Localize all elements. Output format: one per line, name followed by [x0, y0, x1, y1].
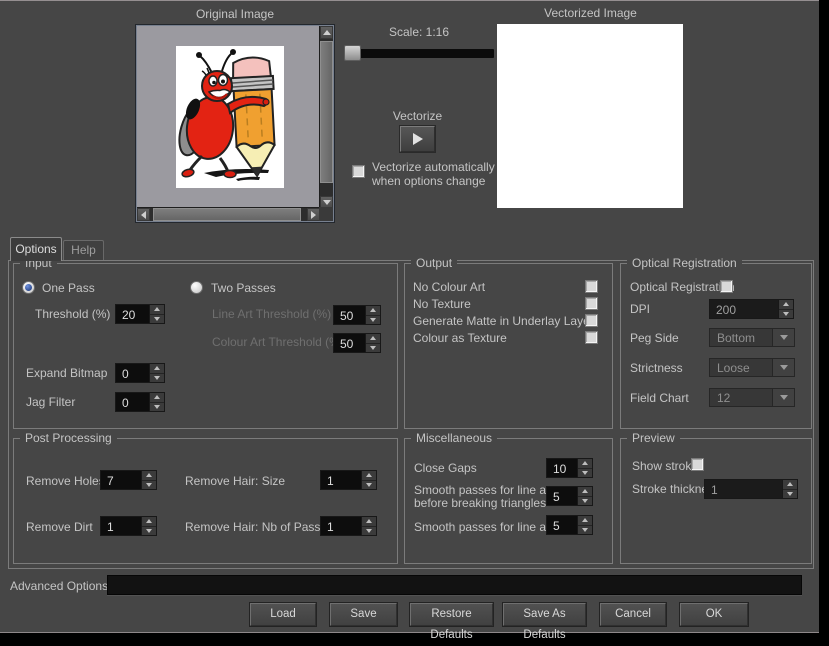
post-processing-group: Post Processing	[13, 438, 398, 564]
original-image-viewport	[135, 24, 335, 223]
auto-vectorize-checkbox[interactable]	[352, 165, 365, 178]
advanced-options-label: Advanced Options	[10, 579, 108, 593]
tab-options[interactable]: Options	[10, 237, 62, 261]
play-icon	[413, 133, 423, 145]
vectorize-play-button[interactable]	[400, 126, 435, 152]
save-as-defaults-button[interactable]: Save As Defaults	[503, 603, 586, 626]
vertical-scroll-thumb[interactable]	[320, 41, 333, 183]
vectorize-label: Vectorize	[380, 109, 455, 123]
scale-slider-track[interactable]	[344, 49, 494, 58]
ok-button[interactable]: OK	[680, 603, 748, 626]
advanced-options-input[interactable]	[107, 575, 802, 595]
scale-label: Scale: 1:16	[345, 25, 493, 39]
load-button[interactable]: Load	[250, 603, 316, 626]
tab-help[interactable]: Help	[63, 240, 104, 260]
optical-registration-group-title: Optical Registration	[627, 256, 742, 271]
original-vertical-scrollbar[interactable]	[319, 26, 333, 209]
vectorized-image-viewport	[497, 24, 683, 208]
vectorize-dialog: Original Image Vectorized Image	[0, 0, 819, 633]
scale-slider-handle[interactable]	[344, 45, 361, 61]
input-group: Input	[13, 263, 398, 429]
optical-registration-group: Optical Registration	[620, 263, 812, 429]
auto-vectorize-label-line1: Vectorize automatically	[372, 160, 495, 174]
save-button[interactable]: Save	[330, 603, 397, 626]
post-processing-group-title: Post Processing	[20, 431, 117, 446]
output-group: Output	[404, 263, 613, 429]
miscellaneous-group: Miscellaneous	[404, 438, 613, 564]
arrow-right-icon	[311, 211, 316, 219]
arrow-down-icon	[323, 200, 331, 205]
scale-slider[interactable]	[344, 45, 494, 61]
preview-group-title: Preview	[627, 431, 680, 446]
original-horizontal-scrollbar[interactable]	[137, 207, 320, 221]
arrow-left-icon	[141, 211, 146, 219]
horizontal-scroll-thumb[interactable]	[153, 208, 301, 221]
scroll-left-button[interactable]	[137, 208, 150, 221]
vectorized-image-label: Vectorized Image	[497, 6, 684, 20]
cancel-button[interactable]: Cancel	[600, 603, 666, 626]
arrow-up-icon	[323, 30, 331, 35]
original-image-picture	[176, 46, 284, 188]
auto-vectorize-label-line2: when options change	[372, 174, 485, 188]
ladybug-pencil-illustration	[176, 46, 284, 188]
original-image-label: Original Image	[135, 7, 335, 21]
miscellaneous-group-title: Miscellaneous	[411, 431, 497, 446]
scroll-up-button[interactable]	[320, 26, 333, 39]
output-group-title: Output	[411, 256, 457, 271]
preview-group: Preview	[620, 438, 812, 564]
scrollbar-corner	[319, 207, 333, 221]
restore-defaults-button[interactable]: Restore Defaults	[410, 603, 493, 626]
